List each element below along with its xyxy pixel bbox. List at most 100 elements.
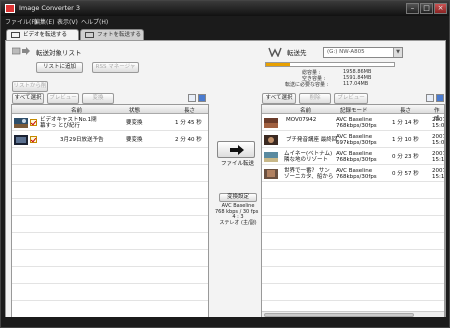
row-status: 要変換 — [126, 120, 143, 126]
row-time: 15:0 — [432, 140, 445, 146]
empty-row — [262, 200, 444, 216]
row-time: 15:1 — [432, 157, 445, 163]
menu-bar: ファイル(F) 編集(E) 表示(V) ヘルプ(H) — [1, 16, 449, 27]
menu-help[interactable]: ヘルプ(H) — [81, 17, 108, 26]
empty-row — [262, 268, 444, 284]
row-mode-detail: 697kbps/30fps — [336, 140, 377, 146]
row-length: 0 分 57 秒 — [392, 171, 419, 177]
empty-row — [262, 217, 444, 233]
right-delete-button[interactable]: 削除 — [299, 93, 331, 104]
left-col-status[interactable]: 状態 — [129, 106, 140, 114]
table-row[interactable]: ビデオキャストNo.1閉幕すっ とび紀行 要変換 1 分 45 秒 — [12, 115, 208, 131]
row-checkbox[interactable] — [30, 136, 37, 143]
settings-line: ステレオ (主/副) — [219, 219, 257, 226]
row-mode-detail: 768kbps/30fps — [336, 174, 377, 180]
left-preview-button[interactable]: プレビュー — [47, 93, 79, 104]
arrow-right-icon — [230, 145, 244, 155]
row-time: 15:0 — [432, 123, 445, 129]
right-table-header: 名前 記録モード 長さ 作成 — [262, 105, 444, 122]
row-length: 1 分 10 秒 — [392, 137, 419, 143]
tab-photo[interactable]: フォトを転送する — [80, 29, 144, 40]
file-transfer-label: ファイル転送 — [221, 161, 255, 167]
tab-bar: ビデオを転送する フォトを転送する — [1, 27, 449, 40]
right-col-length[interactable]: 長さ — [400, 106, 411, 114]
required-space-value: 117.04MB — [343, 81, 369, 87]
menu-file[interactable]: ファイル(F) — [5, 17, 37, 26]
empty-row — [12, 200, 208, 216]
row-name: ブチ発音講座 最終回 — [286, 137, 338, 143]
empty-row — [12, 251, 208, 267]
right-col-mode[interactable]: 記録モード — [340, 106, 368, 114]
right-list-view-icon[interactable] — [436, 94, 444, 102]
transfer-list-title: 転送対象リスト — [36, 49, 82, 57]
empty-row — [12, 149, 208, 165]
destination-title: 転送先 — [287, 49, 307, 57]
video-thumbnail — [14, 135, 28, 145]
row-length: 1 分 45 秒 — [175, 120, 202, 126]
add-to-list-button[interactable]: リストに追加 — [36, 62, 83, 73]
row-time: 15:1 — [432, 174, 445, 180]
device-select-value: (G:) NW-A805 — [327, 49, 365, 55]
empty-row — [12, 166, 208, 182]
chevron-down-icon: ▼ — [393, 48, 402, 57]
empty-row — [262, 183, 444, 199]
left-convert-button[interactable]: 変換 — [82, 93, 114, 104]
row-name: 3月29日放送予告 — [60, 137, 104, 143]
table-row[interactable]: ムイネー(ベトナム) 隣な地のリゾート AVC Baseline 768kbps… — [262, 149, 444, 165]
video-thumbnail — [264, 135, 278, 145]
row-name: ムイネー(ベトナム) 隣な地のリゾート — [284, 151, 333, 163]
row-length: 1 分 14 秒 — [392, 120, 419, 126]
video-thumbnail — [264, 152, 278, 162]
empty-row — [262, 285, 444, 301]
right-preview-button[interactable]: プレビュー — [334, 93, 368, 104]
row-checkbox[interactable] — [30, 119, 37, 126]
minimize-button[interactable]: – — [406, 3, 419, 14]
row-mode-detail: 768kbps/30fps — [336, 123, 377, 129]
table-row[interactable]: MOV07942 AVC Baseline 768kbps/30fps 1 分 … — [262, 115, 444, 131]
app-window: Image Converter 3 – □ × ファイル(F) 編集(E) 表示… — [0, 0, 450, 328]
file-transfer-button[interactable] — [217, 141, 255, 158]
tab-video[interactable]: ビデオを転送する — [6, 29, 79, 40]
right-select-all-button[interactable]: すべて選択 — [262, 93, 296, 104]
menu-edit[interactable]: 編集(E) — [34, 17, 54, 26]
empty-row — [262, 251, 444, 267]
row-status: 要変換 — [126, 137, 143, 143]
conversion-settings-button[interactable]: 変換設定 — [219, 193, 257, 202]
left-select-all-button[interactable]: すべて選択 — [12, 93, 44, 104]
empty-row — [262, 234, 444, 250]
empty-row — [12, 234, 208, 250]
video-thumbnail — [264, 118, 278, 128]
left-thumbnail-view-icon[interactable] — [188, 94, 196, 102]
right-thumbnail-view-icon[interactable] — [426, 94, 434, 102]
required-space-label: 転送に必要な容量 : — [285, 82, 329, 88]
maximize-button[interactable]: □ — [420, 3, 433, 14]
table-row[interactable]: ブチ発音講座 最終回 AVC Baseline 697kbps/30fps 1 … — [262, 132, 444, 148]
left-col-name[interactable]: 名前 — [71, 106, 82, 114]
empty-row — [12, 183, 208, 199]
row-name: 世界で一番？ サン ゾーニカタ、船から — [284, 168, 334, 180]
capacity-bar — [265, 62, 395, 67]
table-row[interactable]: 3月29日放送予告 要変換 2 分 40 秒 — [12, 132, 208, 148]
title-bar: Image Converter 3 – □ × — [1, 1, 449, 16]
left-list-view-icon[interactable] — [198, 94, 206, 102]
photo-icon — [85, 32, 94, 38]
video-icon — [11, 32, 20, 38]
row-mode-detail: 768kbps/30fps — [336, 157, 377, 163]
window-title: Image Converter 3 — [19, 4, 80, 12]
left-table-header: 名前 状態 長さ — [12, 105, 208, 114]
row-length: 2 分 40 秒 — [175, 137, 202, 143]
device-select[interactable]: (G:) NW-A805 ▼ — [323, 47, 403, 58]
tab-video-label: ビデオを転送する — [23, 32, 68, 38]
left-file-list: 名前 状態 長さ ビデオキャストNo.1閉幕すっ とび紀行 要変換 1 分 45… — [11, 104, 209, 319]
empty-row — [12, 285, 208, 301]
right-col-name[interactable]: 名前 — [300, 106, 311, 114]
menu-view[interactable]: 表示(V) — [57, 17, 78, 26]
main-content: 転送対象リスト リストに追加 RSS マネージャ リストから削除 すべて選択 プ… — [5, 40, 446, 325]
close-button[interactable]: × — [434, 3, 447, 14]
video-thumbnail — [264, 169, 278, 179]
row-name: MOV07942 — [286, 117, 317, 123]
table-row[interactable]: 世界で一番？ サン ゾーニカタ、船から AVC Baseline 768kbps… — [262, 166, 444, 182]
remove-from-list-button[interactable]: リストから削除 — [12, 81, 48, 98]
left-col-length[interactable]: 長さ — [184, 106, 195, 114]
rss-manager-button[interactable]: RSS マネージャ — [92, 62, 139, 73]
